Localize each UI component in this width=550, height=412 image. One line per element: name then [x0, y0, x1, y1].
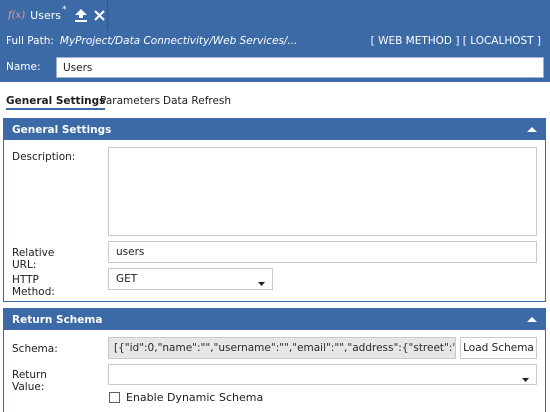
chevron-down-icon [258, 277, 265, 286]
return-schema-panel: Return Schema Schema: [{"id":0,"name":""… [3, 308, 546, 412]
description-label: Description: [12, 151, 76, 163]
general-settings-panel: General Settings Description: Relative U… [3, 118, 546, 302]
description-input[interactable] [108, 147, 537, 236]
relative-url-input[interactable] [108, 241, 537, 263]
relative-url-label: Relative URL: [12, 247, 55, 271]
schema-label: Schema: [12, 343, 58, 355]
schema-value-field: [{"id":0,"name":"","username":"","email"… [108, 337, 456, 359]
schema-value: [{"id":0,"name":"","username":"","email"… [114, 342, 455, 354]
general-settings-header[interactable]: General Settings [4, 119, 545, 140]
chevron-down-icon [522, 373, 529, 382]
tab-title: Users [30, 8, 61, 22]
name-input[interactable] [56, 57, 544, 78]
close-icon[interactable] [92, 8, 106, 22]
tab-general-settings[interactable]: General Settings [6, 95, 106, 110]
name-row: Name: [0, 54, 550, 80]
http-method-label: HTTP Method: [12, 274, 55, 298]
collapse-up-icon[interactable] [527, 315, 537, 323]
return-schema-title: Return Schema [12, 313, 103, 326]
full-path-value: MyProject/Data Connectivity/Web Services… [59, 35, 298, 47]
http-method-select[interactable]: GET [108, 268, 273, 290]
settings-tabs: General Settings Parameters Data Refresh [0, 82, 550, 116]
editor-content: General Settings Parameters Data Refresh… [0, 82, 550, 412]
load-schema-button[interactable]: Load Schema [460, 337, 537, 359]
enable-dynamic-schema-toggle[interactable]: Enable Dynamic Schema [109, 391, 263, 404]
return-value-select[interactable] [108, 364, 537, 385]
pin-icon[interactable] [74, 8, 88, 22]
tab-users[interactable]: f(x) Users * [0, 0, 108, 30]
unsaved-marker: * [61, 5, 67, 15]
context-indicator: [ WEB METHOD ] [ LOCALHOST ] [370, 35, 541, 47]
object-header: Full Path: MyProject/Data Connectivity/W… [0, 30, 550, 82]
full-path-label: Full Path: [6, 35, 54, 47]
document-tab-strip: f(x) Users * [0, 0, 550, 30]
function-icon: f(x) [8, 9, 26, 21]
enable-dynamic-schema-label: Enable Dynamic Schema [126, 391, 264, 404]
return-schema-header[interactable]: Return Schema [4, 309, 545, 330]
http-method-value: GET [116, 273, 138, 285]
name-label: Name: [6, 61, 41, 73]
tab-data-refresh[interactable]: Data Refresh [163, 95, 231, 107]
tab-parameters[interactable]: Parameters [100, 95, 160, 107]
full-path-row: Full Path: MyProject/Data Connectivity/W… [0, 30, 550, 52]
general-settings-title: General Settings [12, 123, 112, 136]
collapse-up-icon[interactable] [527, 125, 537, 133]
enable-dynamic-schema-checkbox[interactable] [109, 392, 120, 403]
return-value-label: Return Value: [12, 369, 47, 393]
